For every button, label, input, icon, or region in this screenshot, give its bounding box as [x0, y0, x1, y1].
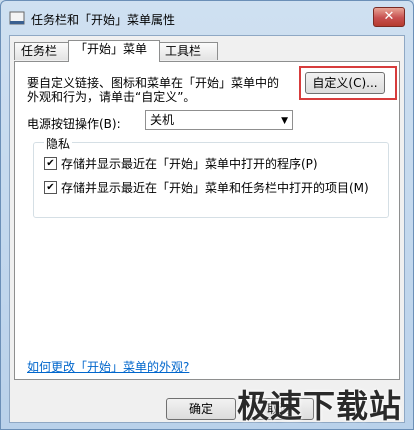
dialog-client: 任务栏 「开始」菜单 工具栏 要自定义链接、图标和菜单在「开始」菜单中的 外观和…	[9, 35, 405, 423]
power-button-label: 电源按钮操作(B):	[27, 117, 121, 131]
watermark-logo: 极速下载站	[237, 387, 403, 425]
privacy-option-items-label: 存储并显示最近在「开始」菜单和任务栏中打开的项目(M)	[61, 181, 369, 195]
privacy-group: 隐私 ✔ 存储并显示最近在「开始」菜单中打开的程序(P) ✔ 存储并显示最近在「开始…	[33, 135, 389, 218]
privacy-option-programs-label: 存储并显示最近在「开始」菜单中打开的程序(P)	[61, 157, 318, 171]
description-text: 要自定义链接、图标和菜单在「开始」菜单中的 外观和行为，请单击“自定义”。	[27, 76, 279, 104]
tab-toolbars[interactable]: 工具栏	[158, 42, 218, 60]
ok-button[interactable]: 确定	[166, 398, 236, 420]
description-line-2: 外观和行为，请单击“自定义”。	[27, 90, 196, 104]
power-button-value: 关机	[150, 113, 175, 127]
privacy-group-label: 隐私	[44, 135, 73, 152]
chevron-down-icon[interactable]: ▼	[281, 112, 288, 130]
checkbox-items[interactable]: ✔	[44, 181, 57, 194]
tab-taskbar[interactable]: 任务栏	[14, 42, 70, 60]
window-title: 任务栏和「开始」菜单属性	[31, 13, 176, 27]
taskbar-icon	[9, 11, 25, 25]
tab-start-menu[interactable]: 「开始」菜单	[68, 40, 160, 62]
privacy-option-items[interactable]: ✔ 存储并显示最近在「开始」菜单和任务栏中打开的项目(M)	[44, 179, 369, 196]
power-button-select[interactable]: 关机 ▼	[145, 110, 293, 130]
title-bar[interactable]: 任务栏和「开始」菜单属性 ✕	[1, 1, 413, 35]
properties-window: 任务栏和「开始」菜单属性 ✕ 任务栏 「开始」菜单 工具栏 要自定义链接、图标和…	[0, 0, 414, 430]
checkbox-programs[interactable]: ✔	[44, 157, 57, 170]
help-link[interactable]: 如何更改「开始」菜单的外观?	[27, 358, 189, 375]
privacy-option-programs[interactable]: ✔ 存储并显示最近在「开始」菜单中打开的程序(P)	[44, 155, 318, 172]
customize-button[interactable]: 自定义(C)...	[305, 72, 385, 94]
description-line-1: 要自定义链接、图标和菜单在「开始」菜单中的	[27, 76, 280, 90]
close-button[interactable]: ✕	[373, 7, 405, 27]
start-menu-panel: 要自定义链接、图标和菜单在「开始」菜单中的 外观和行为，请单击“自定义”。 自定…	[14, 61, 400, 380]
